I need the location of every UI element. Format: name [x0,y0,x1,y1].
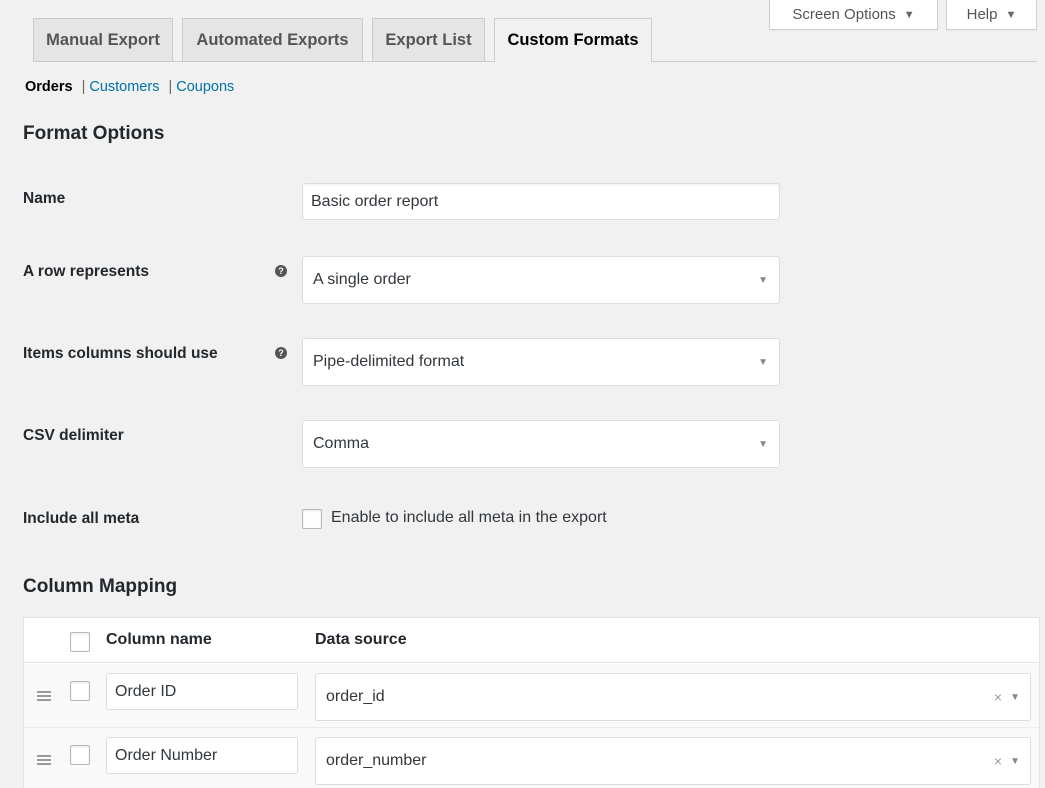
include-meta-checkbox-label[interactable]: Enable to include all meta in the export [331,509,607,527]
data-source-select[interactable]: order_id × ▼ [315,673,1031,721]
items-columns-select[interactable]: Pipe-delimited format ▼ [302,338,780,386]
column-mapping-table: Column name Data source Order ID order_i… [23,617,1040,788]
help-icon[interactable]: ? [275,265,287,277]
data-source-value: order_id [326,688,385,705]
column-name-value: Order ID [115,682,177,700]
data-source-value: order_number [326,752,427,769]
subsubsub-nav: Orders | Customers | Coupons [25,79,234,95]
csv-delimiter-value: Comma [313,435,370,452]
subnav-customers[interactable]: Customers [89,79,159,95]
name-label: Name [23,190,66,207]
data-source-select[interactable]: order_number × ▼ [315,737,1031,785]
csv-delimiter-select[interactable]: Comma ▼ [302,420,780,468]
subnav-coupons[interactable]: Coupons [176,79,234,95]
column-mapping-heading: Column Mapping [23,576,178,597]
subnav-separator: | [81,79,86,95]
clear-icon[interactable]: × [994,689,1002,705]
name-input[interactable]: Basic order report [302,183,780,220]
dropdown-arrow-icon: ▼ [758,274,768,286]
tab-automated-exports[interactable]: Automated Exports [182,18,363,62]
include-meta-checkbox[interactable] [302,509,322,529]
table-row: Order Number order_number × ▼ [24,728,1039,788]
row-represents-value: A single order [313,271,411,288]
select-controls: × ▼ [994,689,1020,705]
subnav-orders[interactable]: Orders [25,79,73,95]
include-meta-label: Include all meta [23,510,140,527]
name-input-value: Basic order report [311,192,439,210]
drag-handle-icon[interactable] [37,755,51,765]
select-all-checkbox[interactable] [70,632,90,652]
tab-manual-export[interactable]: Manual Export [33,18,173,62]
csv-delimiter-label: CSV delimiter [23,427,124,444]
tab-export-list[interactable]: Export List [372,18,485,62]
select-controls: × ▼ [994,753,1020,769]
format-options-heading: Format Options [23,123,165,144]
row-checkbox[interactable] [70,681,90,701]
column-name-value: Order Number [115,746,218,764]
column-name-input[interactable]: Order ID [106,673,298,710]
help-icon[interactable]: ? [275,347,287,359]
nav-tab-wrapper: Manual Export Automated Exports Export L… [33,18,1037,63]
table-row: Order ID order_id × ▼ [24,664,1039,728]
column-name-header: Column name [106,631,212,648]
subnav-separator: | [168,79,173,95]
items-columns-label: Items columns should use [23,345,218,362]
drag-handle-icon[interactable] [37,691,51,701]
row-represents-label: A row represents [23,263,150,280]
items-columns-value: Pipe-delimited format [313,353,465,370]
row-checkbox[interactable] [70,745,90,765]
column-name-input[interactable]: Order Number [106,737,298,774]
dropdown-arrow-icon: ▼ [758,438,768,450]
tab-custom-formats[interactable]: Custom Formats [494,18,652,63]
clear-icon[interactable]: × [994,753,1002,769]
dropdown-arrow-icon[interactable]: ▼ [1010,756,1020,767]
row-represents-select[interactable]: A single order ▼ [302,256,780,304]
dropdown-arrow-icon: ▼ [758,356,768,368]
data-source-header: Data source [315,631,407,648]
dropdown-arrow-icon[interactable]: ▼ [1010,692,1020,703]
table-header: Column name Data source [24,618,1039,663]
